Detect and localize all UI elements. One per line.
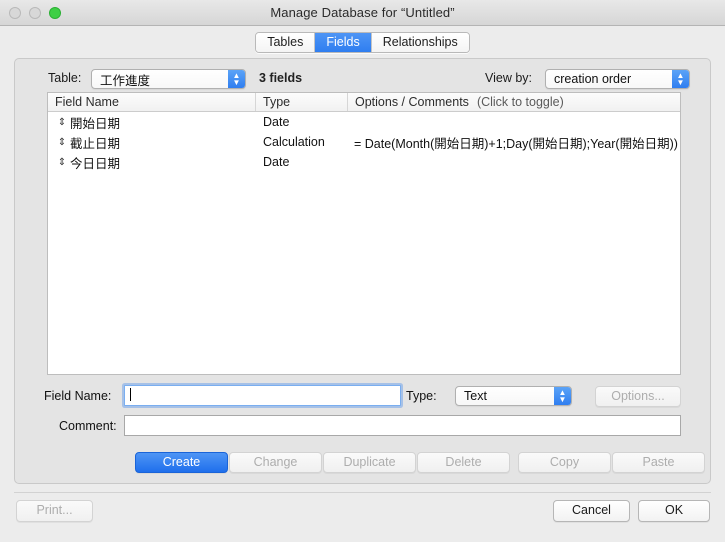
footer-divider bbox=[14, 492, 711, 493]
ok-button[interactable]: OK bbox=[638, 500, 710, 522]
type-select[interactable]: Text ▲ ▼ bbox=[455, 386, 572, 406]
change-button[interactable]: Change bbox=[229, 452, 322, 473]
zoom-button-icon[interactable] bbox=[49, 6, 61, 19]
comment-input[interactable] bbox=[124, 415, 681, 436]
table-row[interactable]: ⇕ 截止日期 Calculation = Date(Month(開始日期)+1;… bbox=[48, 132, 680, 152]
create-button[interactable]: Create bbox=[135, 452, 228, 473]
view-by-label: View by: bbox=[485, 71, 533, 85]
options-button[interactable]: Options... bbox=[595, 386, 681, 407]
view-by-select-value: creation order bbox=[554, 72, 632, 86]
print-button[interactable]: Print... bbox=[16, 500, 93, 522]
window-title: Manage Database for “Untitled” bbox=[270, 5, 455, 20]
field-type-cell: Date bbox=[263, 155, 290, 169]
column-header-type[interactable]: Type bbox=[256, 93, 348, 111]
table-select[interactable]: 工作進度 ▲ ▼ bbox=[91, 69, 246, 89]
tab-relationships[interactable]: Relationships bbox=[371, 32, 469, 52]
field-name-cell: 今日日期 bbox=[70, 156, 121, 171]
chevron-updown-icon: ▲ ▼ bbox=[228, 70, 245, 88]
field-options-cell: = Date(Month(開始日期)+1;Day(開始日期);Year(開始日期… bbox=[354, 136, 678, 151]
chevron-updown-icon: ▲ ▼ bbox=[554, 387, 571, 405]
paste-button[interactable]: Paste bbox=[612, 452, 705, 473]
duplicate-button[interactable]: Duplicate bbox=[323, 452, 416, 473]
field-name-input-label: Field Name: bbox=[44, 389, 112, 403]
column-header-options-label: Options / Comments bbox=[355, 95, 469, 109]
tab-bar: Tables Fields Relationships bbox=[0, 26, 725, 58]
field-name-cell: 開始日期 bbox=[70, 116, 121, 131]
type-select-label: Type: bbox=[406, 389, 437, 403]
table-label: Table: bbox=[48, 71, 82, 85]
comment-input-label: Comment: bbox=[59, 419, 117, 433]
fields-panel: Table: 工作進度 ▲ ▼ 3 fields View by: creatio… bbox=[14, 58, 711, 484]
fields-count: 3 fields bbox=[259, 71, 303, 85]
table-select-value: 工作進度 bbox=[100, 73, 151, 88]
cancel-button[interactable]: Cancel bbox=[553, 500, 630, 522]
table-row[interactable]: ⇕ 今日日期 Date bbox=[48, 152, 680, 172]
copy-button[interactable]: Copy bbox=[518, 452, 611, 473]
manage-database-window: Manage Database for “Untitled” Tables Fi… bbox=[0, 0, 725, 542]
field-name-input[interactable] bbox=[124, 385, 401, 406]
tab-tables[interactable]: Tables bbox=[256, 32, 316, 52]
chevron-updown-icon: ▲ ▼ bbox=[672, 70, 689, 88]
tab-group: Tables Fields Relationships bbox=[255, 31, 470, 53]
panel-toolbar: Table: 工作進度 ▲ ▼ 3 fields View by: creatio… bbox=[15, 67, 710, 89]
table-row[interactable]: ⇕ 開始日期 Date bbox=[48, 112, 680, 132]
tab-fields[interactable]: Fields bbox=[315, 32, 372, 52]
drag-handle-icon[interactable]: ⇕ bbox=[48, 137, 70, 148]
field-name-cell: 截止日期 bbox=[70, 136, 121, 151]
delete-button[interactable]: Delete bbox=[417, 452, 510, 473]
column-header-field-name[interactable]: Field Name bbox=[48, 93, 256, 111]
drag-handle-icon[interactable]: ⇕ bbox=[48, 157, 70, 168]
minimize-button-icon[interactable] bbox=[29, 6, 41, 19]
field-list-header: Field Name Type Options / Comments (Click… bbox=[48, 93, 680, 112]
drag-handle-icon[interactable]: ⇕ bbox=[48, 117, 70, 128]
type-select-value: Text bbox=[464, 389, 487, 403]
column-header-options-hint: (Click to toggle) bbox=[476, 95, 564, 109]
close-button-icon[interactable] bbox=[9, 6, 21, 19]
view-by-select[interactable]: creation order ▲ ▼ bbox=[545, 69, 690, 89]
text-caret bbox=[130, 388, 131, 401]
title-bar: Manage Database for “Untitled” bbox=[0, 0, 725, 26]
field-type-cell: Calculation bbox=[263, 135, 325, 149]
column-header-options[interactable]: Options / Comments (Click to toggle) bbox=[348, 93, 680, 111]
field-list[interactable]: Field Name Type Options / Comments (Click… bbox=[47, 92, 681, 375]
traffic-light-group bbox=[9, 6, 61, 19]
field-type-cell: Date bbox=[263, 115, 290, 129]
